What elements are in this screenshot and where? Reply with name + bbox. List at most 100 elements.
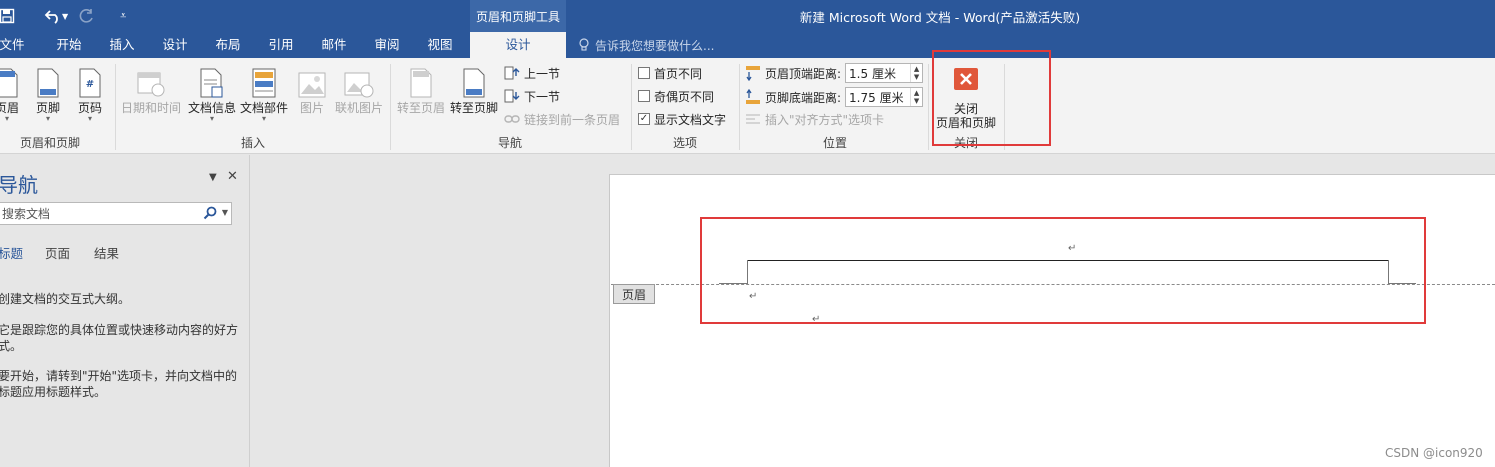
calendar-clock-icon [137,72,165,97]
footer-icon [37,68,59,98]
svg-text:#: # [86,79,94,90]
tab-insert[interactable]: 插入 [105,32,139,58]
checkbox-checked: ✓ [638,113,650,125]
nav-tab-results[interactable]: 结果 [94,243,119,262]
group-label-navigation: 导航 [497,136,522,150]
footer-bottom-distance-spinner[interactable]: 1.75 厘米 ▲ ▼ [845,87,924,107]
spinner-arrows-icon[interactable]: ▲ ▼ [910,88,922,106]
nav-tab-pages[interactable]: 页面 [45,243,70,262]
watermark: CSDN @icon920 [1385,446,1483,460]
doc-info-label: 文档信息 [187,101,236,115]
header-position-icon [746,66,760,81]
ribbon: 页眉 ▾ 页脚 ▾ # 页码 ▾ 页眉和页脚 日期和时间 文档信息 ▾ 文档部件… [0,58,1495,154]
doc-parts-button[interactable]: 文档部件 ▾ [239,64,289,123]
nav-search-placeholder: 搜索文档 [2,207,51,221]
navigation-pane: 导航 ▼ ✕ 搜索文档 ▼ 标题 页面 结果 创建文档的交互式大纲。 它是跟踪您… [0,155,250,467]
online-picture-icon [344,72,374,98]
show-document-text-label: 显示文档文字 [654,112,727,127]
tab-file[interactable]: 文件 [0,32,26,58]
redo-icon [76,5,98,27]
nav-hint-text-3a: 要开始，请转到"开始"选项卡，并向文档中的 [0,369,238,383]
nav-pane-options-icon[interactable]: ▼ [209,172,217,183]
doc-parts-label: 文档部件 [239,101,288,115]
previous-section-button[interactable]: 上一节 [504,63,560,83]
footer-button[interactable]: 页脚 ▾ [35,64,61,123]
header-icon [0,68,18,98]
quick-access-toolbar: ▼ ⩡ [0,0,126,32]
document-info-icon [200,68,223,98]
footer-position-icon [746,89,760,104]
ribbon-tabs: 文件 开始 插入 设计 布局 引用 邮件 审阅 视图 设计 告诉我您想要做什么.… [0,32,1495,58]
go-to-header-icon [410,68,432,98]
page-number-label: 页码 [77,101,102,115]
footer-bottom-distance-label: 页脚底端距离: [765,90,842,105]
different-first-page-label: 首页不同 [654,66,703,81]
spinner-arrows-icon[interactable]: ▲ ▼ [910,64,922,82]
header-top-distance-label: 页眉顶端距离: [765,66,842,81]
nav-search-input[interactable]: 搜索文档 ▼ [0,202,232,225]
tab-header-footer-design[interactable]: 设计 [470,32,566,58]
header-button[interactable]: 页眉 ▾ [0,64,20,123]
link-icon [504,115,520,123]
tab-layout[interactable]: 布局 [211,32,245,58]
nav-tab-headings[interactable]: 标题 [0,243,23,262]
header-top-distance-spinner[interactable]: 1.5 厘米 ▲ ▼ [845,63,924,83]
tell-me-box[interactable]: 告诉我您想要做什么... [578,32,714,58]
group-separator [928,64,929,150]
different-odd-even-checkbox[interactable]: 奇偶页不同 [638,86,714,106]
tab-view[interactable]: 视图 [423,32,457,58]
footer-bottom-distance: 页脚底端距离: 1.75 厘米 ▲ ▼ [745,87,924,107]
show-document-text-checkbox[interactable]: ✓ 显示文档文字 [638,109,726,129]
tab-references[interactable]: 引用 [264,32,298,58]
tab-home[interactable]: 开始 [52,32,86,58]
nav-pane-close-icon[interactable]: ✕ [227,169,238,184]
document-title: 新建 Microsoft Word 文档 - Word(产品激活失败) [799,9,1081,25]
nav-hint-text-2a: 它是跟踪您的具体位置或快速移动内容的好方 [0,323,239,337]
group-separator [390,64,391,150]
tab-mailings[interactable]: 邮件 [317,32,351,58]
save-icon[interactable] [0,5,18,27]
alignment-tab-icon [746,114,760,124]
nav-hint-text-3b: 标题应用标题样式。 [0,385,107,399]
undo-icon[interactable] [42,5,64,27]
picture-label: 图片 [299,101,324,115]
different-first-page-checkbox[interactable]: 首页不同 [638,63,702,83]
next-section-icon [504,89,520,103]
tell-me-text: 告诉我您想要做什么... [595,38,715,53]
insert-alignment-tab-label: 插入"对齐方式"选项卡 [765,112,885,127]
picture-icon [298,72,326,98]
group-label-header-footer: 页眉和页脚 [19,136,80,150]
link-to-previous-label: 链接到前一条页眉 [524,112,621,127]
highlight-box-header [700,217,1426,324]
picture-button: 图片 [296,64,328,115]
nav-pane-title: 导航 [0,173,38,197]
next-section-button[interactable]: 下一节 [504,86,560,106]
tab-review[interactable]: 审阅 [370,32,404,58]
undo-dropdown-icon[interactable]: ▼ [62,12,68,21]
quick-parts-icon [252,68,276,98]
checkbox-box [638,90,650,102]
search-icon[interactable] [203,206,217,220]
next-section-label: 下一节 [524,89,561,104]
page-number-icon: # [79,68,101,98]
tab-design[interactable]: 设计 [158,32,192,58]
go-to-footer-label: 转至页脚 [449,101,498,115]
context-tool-title: 页眉和页脚工具 [470,0,566,32]
footer-bottom-distance-value: 1.75 厘米 [849,90,904,105]
group-separator [739,64,740,150]
group-label-options: 选项 [672,136,697,150]
doc-info-button[interactable]: 文档信息 ▾ [187,64,237,123]
insert-alignment-tab-button: 插入"对齐方式"选项卡 [745,109,884,129]
date-time-label: 日期和时间 [120,101,181,115]
online-picture-button: 联机图片 [334,64,384,115]
go-to-footer-button[interactable]: 转至页脚 [448,64,500,115]
header-label: 页眉 [0,101,19,115]
search-dropdown-icon[interactable]: ▼ [222,208,228,217]
previous-section-label: 上一节 [524,66,561,81]
page-number-button[interactable]: # 页码 ▾ [77,64,103,123]
link-to-previous-button: 链接到前一条页眉 [504,109,620,129]
date-time-button: 日期和时间 [120,64,182,115]
group-separator [631,64,632,150]
lightbulb-icon [579,38,589,51]
customize-qat-icon[interactable]: ⩡ [120,9,126,23]
